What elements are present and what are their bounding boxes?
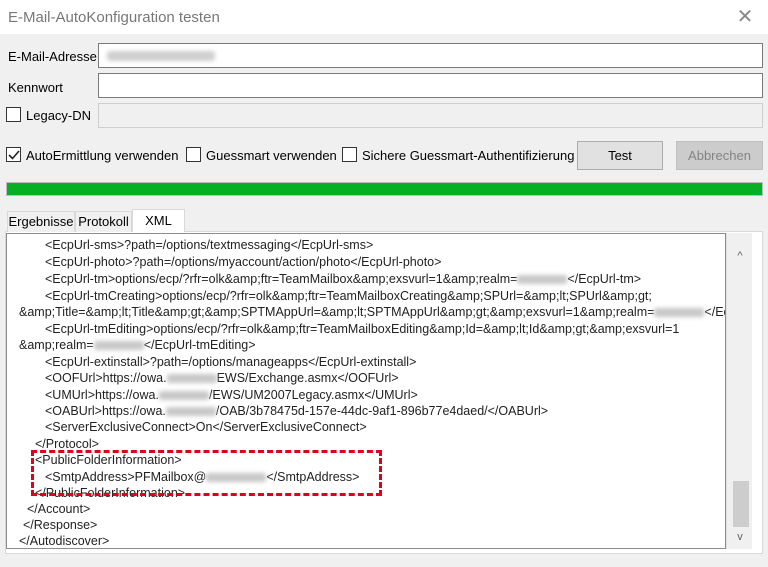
xml-line-text: &amp;Title=&amp;lt;Title&amp;gt;&amp;SPT… xyxy=(19,305,655,319)
xml-line: <OABUrl>https://owa. /OAB/3b78475d-157e-4… xyxy=(45,404,548,418)
xml-line-text: <OOFUrl>https://owa. xyxy=(45,371,167,385)
xml-line: <EcpUrl-tm>options/ecp/?rfr=olk&amp;ftr=… xyxy=(45,272,641,286)
xml-line: <EcpUrl-sms>?path=/options/textmessaging… xyxy=(45,238,374,252)
redacted-value xyxy=(654,308,705,318)
xml-line: <OOFUrl>https://owa. EWS/Exchange.asmx</O… xyxy=(45,371,399,385)
guessmart-label: Guessmart verwenden xyxy=(206,148,337,163)
xml-line-text: </EcpUrl-tm> xyxy=(567,272,642,286)
xml-line: &amp;realm= </EcpUrl-tmEditing> xyxy=(19,338,256,352)
xml-line-text: /EWS/UM2007Legacy.asmx</UMUrl> xyxy=(208,388,418,402)
xml-line-text: &amp;realm= xyxy=(19,338,94,352)
auto-discovery-checkbox[interactable] xyxy=(6,147,21,162)
password-field[interactable] xyxy=(98,73,763,98)
redacted-value xyxy=(158,391,209,401)
redacted-value xyxy=(165,407,216,417)
secure-guessmart-label: Sichere Guessmart-Authentifizierung xyxy=(362,148,575,163)
secure-guessmart-checkbox[interactable] xyxy=(342,147,357,162)
xml-line-text: <UMUrl>https://owa. xyxy=(45,388,159,402)
xml-line: <EcpUrl-tmCreating>options/ecp/?rfr=olk&… xyxy=(45,289,652,303)
legacy-dn-field xyxy=(98,103,763,128)
auto-discovery-label: AutoErmittlung verwenden xyxy=(26,148,179,163)
redacted-value xyxy=(166,374,217,384)
xml-line: </Account> xyxy=(27,502,91,516)
tab-xml[interactable]: XML xyxy=(132,209,185,232)
password-label: Kennwort xyxy=(8,80,63,95)
xml-line-text: <EcpUrl-tm>options/ecp/?rfr=olk&amp;ftr=… xyxy=(45,272,518,286)
legacy-dn-checkbox[interactable] xyxy=(6,107,21,122)
email-label: E-Mail-Adresse xyxy=(8,49,97,64)
xml-line-text: /OAB/3b78475d-157e-44dc-9af1-896b77e4dae… xyxy=(215,404,549,418)
xml-line: </Protocol> xyxy=(35,437,99,451)
email-value-redacted xyxy=(107,51,215,61)
scroll-up-icon[interactable]: ^ xyxy=(733,249,747,263)
xml-line-text: </EcpUrl-tmCreating> xyxy=(704,305,725,319)
test-button[interactable]: Test xyxy=(577,141,663,170)
vertical-scrollbar[interactable]: ^ v xyxy=(726,233,752,549)
guessmart-checkbox[interactable] xyxy=(186,147,201,162)
xml-text-area[interactable]: <EcpUrl-sms>?path=/options/textmessaging… xyxy=(6,233,726,549)
email-field[interactable] xyxy=(98,43,763,68)
redacted-value xyxy=(517,275,568,285)
progress-fill xyxy=(7,183,762,195)
legacy-dn-label: Legacy-DN xyxy=(26,108,92,123)
redacted-value xyxy=(93,341,144,351)
progress-bar xyxy=(6,182,763,196)
checkmark-icon xyxy=(8,150,20,160)
xml-line: </Response> xyxy=(23,518,98,532)
xml-line: <ServerExclusiveConnect>On</ServerExclus… xyxy=(45,420,367,434)
highlight-box xyxy=(31,450,382,496)
xml-line: <EcpUrl-tmEditing>options/ecp/?rfr=olk&a… xyxy=(45,322,680,336)
tab-log[interactable]: Protokoll xyxy=(75,211,132,232)
xml-line: <UMUrl>https://owa. /EWS/UM2007Legacy.asm… xyxy=(45,388,418,402)
xml-line: </Autodiscover> xyxy=(19,534,110,548)
cancel-button[interactable]: Abbrechen xyxy=(676,141,763,170)
xml-line: <EcpUrl-photo>?path=/options/myaccount/a… xyxy=(45,255,442,269)
tab-results[interactable]: Ergebnisse xyxy=(7,211,75,232)
close-icon[interactable]: ✕ xyxy=(730,4,760,30)
xml-line-text: EWS/Exchange.asmx</OOFUrl> xyxy=(216,371,399,385)
xml-line-text: </EcpUrl-tmEditing> xyxy=(143,338,256,352)
xml-line: &amp;Title=&amp;lt;Title&amp;gt;&amp;SPT… xyxy=(19,305,725,319)
title-bar: E-Mail-AutoKonfiguration testen ✕ xyxy=(0,0,768,34)
window-title: E-Mail-AutoKonfiguration testen xyxy=(8,9,220,26)
scroll-thumb[interactable] xyxy=(733,481,749,527)
xml-line: <EcpUrl-extinstall>?path=/options/manage… xyxy=(45,355,417,369)
xml-line-text: <OABUrl>https://owa. xyxy=(45,404,166,418)
scroll-down-icon[interactable]: v xyxy=(733,530,747,544)
